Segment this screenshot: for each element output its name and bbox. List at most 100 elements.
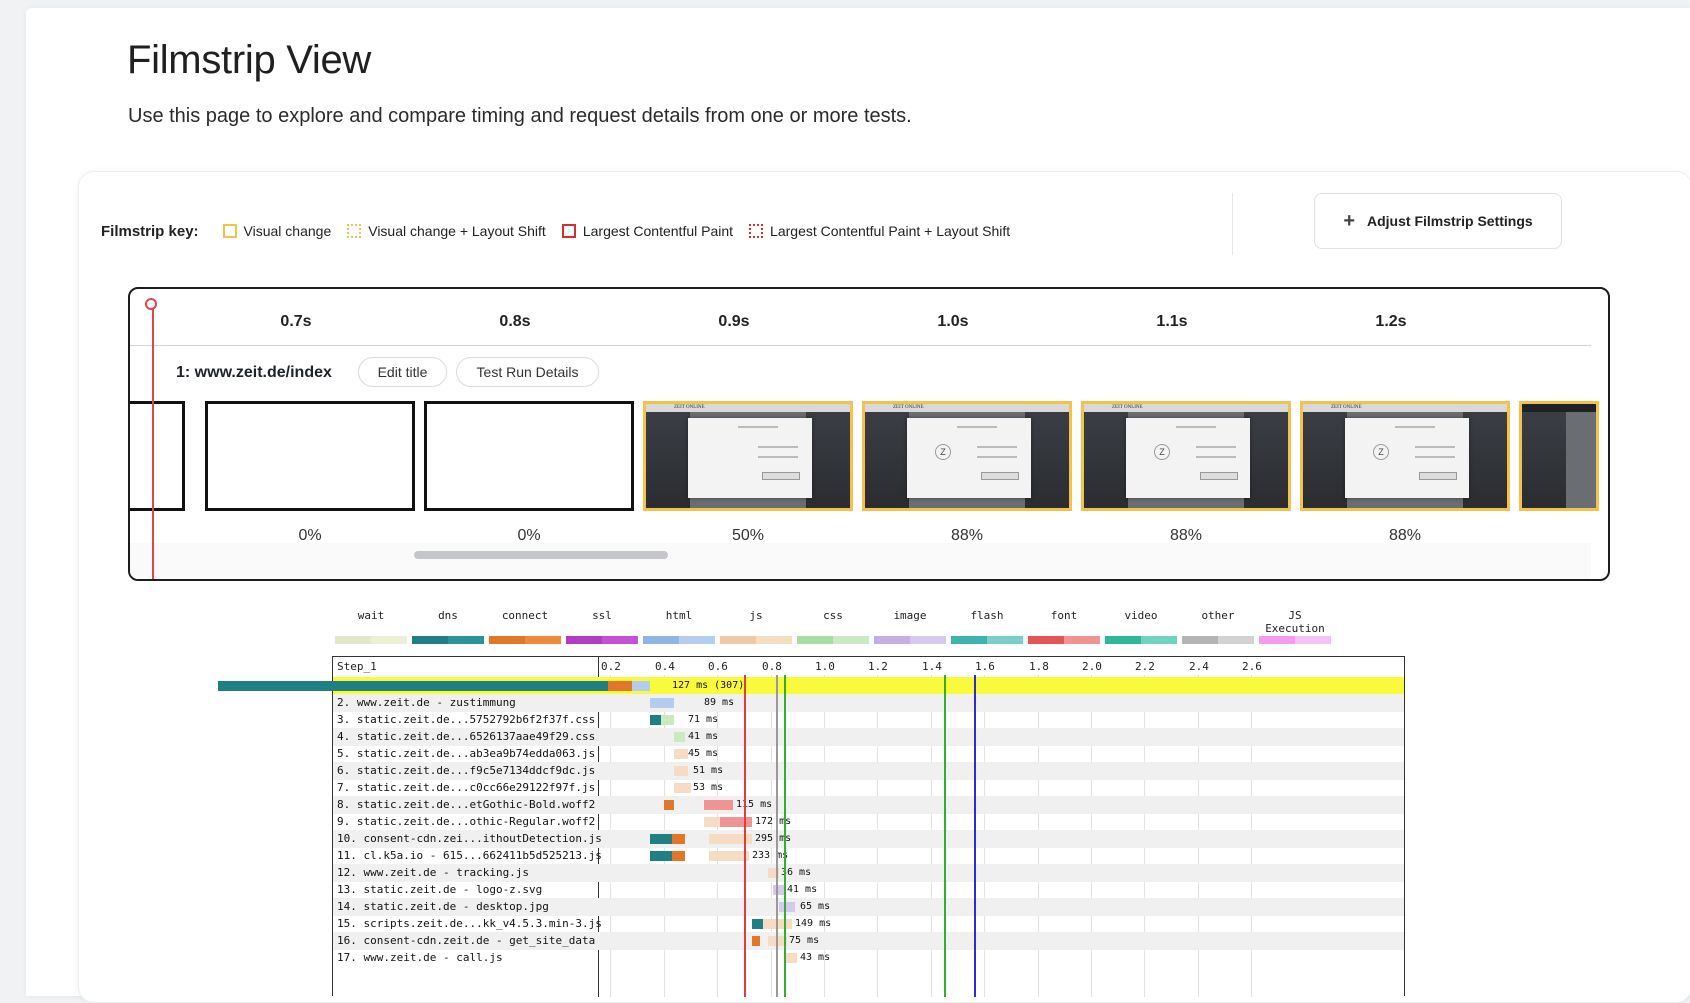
edit-title-button[interactable]: Edit title <box>358 357 447 387</box>
axis-tick-label: 2.6 <box>1242 660 1262 673</box>
request-row[interactable]: 9. static.zeit.de...othic-Regular.woff2 1… <box>333 813 1404 831</box>
request-duration: 149 ms <box>795 918 832 929</box>
timing-bar <box>672 834 685 844</box>
request-name: 4. static.zeit.de...6526137aae49f29.css <box>337 730 596 743</box>
request-row[interactable]: 4. static.zeit.de...6526137aae49f29.css 4… <box>333 728 1404 746</box>
request-name: 3. static.zeit.de...5752792b6f2f37f.css <box>337 713 596 726</box>
time-marker-handle-icon[interactable] <box>145 298 157 310</box>
frame-progress: 0% <box>517 527 541 544</box>
horizontal-scrollbar[interactable] <box>414 551 668 559</box>
request-row[interactable]: 7. static.zeit.de...c0cc66e29122f97f.js 5… <box>333 779 1404 797</box>
request-duration: 51 ms <box>693 765 724 776</box>
legend-label: font <box>1050 609 1078 622</box>
request-row[interactable]: 6. static.zeit.de...f9c5e7134ddcf9dc.js 5… <box>333 762 1404 780</box>
request-row[interactable]: 12. www.zeit.de - tracking.js 36 ms <box>333 864 1404 882</box>
key-lcp: Largest Contentful Paint <box>561 223 733 239</box>
request-row[interactable]: 10. consent-cdn.zei...ithoutDetection.js… <box>333 830 1404 848</box>
filmstrip-key-label: Filmstrip key: <box>101 222 199 240</box>
waterfall-legend: wait dns connect ssl html js css image flash font… <box>332 609 1405 645</box>
timing-bar <box>752 936 760 946</box>
adjust-filmstrip-settings-button[interactable]: + Adjust Filmstrip Settings <box>1314 193 1562 249</box>
legend-label: html <box>665 609 693 622</box>
request-duration: 233 ms <box>752 850 789 861</box>
request-row[interactable]: 1. www.zeit.de - index127 ms (307) <box>218 677 1404 695</box>
axis-tick-label: 0.6 <box>708 660 728 673</box>
time-tick: 0.9s <box>718 313 750 330</box>
time-tick: 0.8s <box>499 313 531 330</box>
timing-bar <box>664 800 674 810</box>
request-row[interactable]: 2. www.zeit.de - zustimmung 89 ms <box>333 694 1404 712</box>
request-duration: 65 ms <box>800 901 831 912</box>
request-row[interactable]: 11. cl.k5a.io - 615...662411b5d525213.js… <box>333 847 1404 865</box>
request-name: 5. static.zeit.de...ab3ea9b74edda063.js <box>337 747 596 760</box>
axis-tick-label: 0.8 <box>762 660 782 673</box>
timing-bar <box>709 851 749 861</box>
frame-progress: 50% <box>731 527 765 544</box>
legend-swatch <box>1028 636 1100 644</box>
request-name: 8. static.zeit.de...etGothic-Bold.woff2 <box>337 798 596 811</box>
time-marker-line[interactable] <box>152 305 154 579</box>
request-name: 9. static.zeit.de...othic-Regular.woff2 <box>337 815 596 828</box>
yellow-square-icon <box>222 224 237 238</box>
timing-bar <box>704 817 720 827</box>
timing-bar <box>218 681 608 691</box>
legend-swatch <box>489 636 561 644</box>
frame-thumbnail[interactable] <box>424 401 634 511</box>
request-duration: 43 ms <box>800 952 831 963</box>
request-row[interactable]: 15. scripts.zeit.de...kk_v4.5.3.min-3.js… <box>333 915 1404 933</box>
timing-bar <box>650 851 672 861</box>
legend-swatch <box>412 636 484 644</box>
timing-bar <box>773 885 784 895</box>
event-marker-line <box>776 675 778 997</box>
request-duration: 41 ms <box>688 731 719 742</box>
request-duration: 71 ms <box>688 714 719 725</box>
timing-bar <box>720 817 752 827</box>
frame-thumbnail[interactable]: ZEIT ONLINE <box>643 401 853 511</box>
yellow-dotted-square-icon <box>347 224 362 238</box>
page-subtitle: Use this page to explore and compare tim… <box>128 105 912 127</box>
timing-bar <box>650 715 661 725</box>
key-visual-change-layout-shift: Visual change + Layout Shift <box>347 223 546 239</box>
legend-label: video <box>1124 609 1158 622</box>
legend-swatch <box>951 636 1023 644</box>
request-row[interactable]: 8. static.zeit.de...etGothic-Bold.woff2 1… <box>333 796 1404 814</box>
frame-thumbnail[interactable]: ZEIT ONLINE Z <box>862 401 1072 511</box>
request-row[interactable]: 13. static.zeit.de - logo-z.svg 41 ms <box>333 881 1404 899</box>
timing-bar <box>608 681 632 691</box>
legend-swatch <box>1105 636 1177 644</box>
test-run-details-button[interactable]: Test Run Details <box>456 357 599 387</box>
test-title: 1: www.zeit.de/index <box>176 364 332 381</box>
axis-tick-label: 1.4 <box>922 660 942 673</box>
request-row[interactable]: 17. www.zeit.de - call.js 43 ms <box>333 949 1404 967</box>
axis-tick-label: 1.8 <box>1029 660 1049 673</box>
legend-swatch <box>1259 636 1331 644</box>
step-label: Step_1 <box>337 660 377 673</box>
frame-progress: 88% <box>950 527 984 544</box>
event-marker-line <box>944 675 946 997</box>
frame-thumbnail[interactable] <box>130 401 185 511</box>
legend-swatch <box>566 636 638 644</box>
frame-thumbnail[interactable] <box>1519 401 1599 511</box>
legend-swatch <box>797 636 869 644</box>
frame-thumbnail[interactable] <box>205 401 415 511</box>
frame-thumbnail[interactable]: ZEIT ONLINE Z <box>1300 401 1510 511</box>
timing-bar <box>674 732 685 742</box>
time-tick: 1.2s <box>1375 313 1407 330</box>
divider <box>1232 193 1233 255</box>
axis-tick-label: 2.4 <box>1189 660 1209 673</box>
frame-thumbnail[interactable]: ZEIT ONLINE Z <box>1081 401 1291 511</box>
request-row[interactable]: 16. consent-cdn.zeit.de - get_site_data 7… <box>333 932 1404 950</box>
red-dotted-square-icon <box>749 224 764 238</box>
request-row[interactable]: 14. static.zeit.de - desktop.jpg 65 ms <box>333 898 1404 916</box>
request-duration: 127 ms (307) <box>672 680 745 691</box>
request-duration: 53 ms <box>693 782 724 793</box>
event-marker-line <box>784 675 786 997</box>
legend-label: ssl <box>592 609 612 622</box>
request-row[interactable]: 5. static.zeit.de...ab3ea9b74edda063.js 4… <box>333 745 1404 763</box>
legend-label: flash <box>970 609 1004 622</box>
request-row[interactable]: 3. static.zeit.de...5752792b6f2f37f.css 7… <box>333 711 1404 729</box>
filmstrip-time-axis: 0.7s 0.8s 0.9s 1.0s 1.1s 1.2s <box>130 289 1591 346</box>
key-lcp-layout-shift: Largest Contentful Paint + Layout Shift <box>749 223 1010 239</box>
timing-bar <box>672 851 685 861</box>
legend-swatch <box>643 636 715 644</box>
